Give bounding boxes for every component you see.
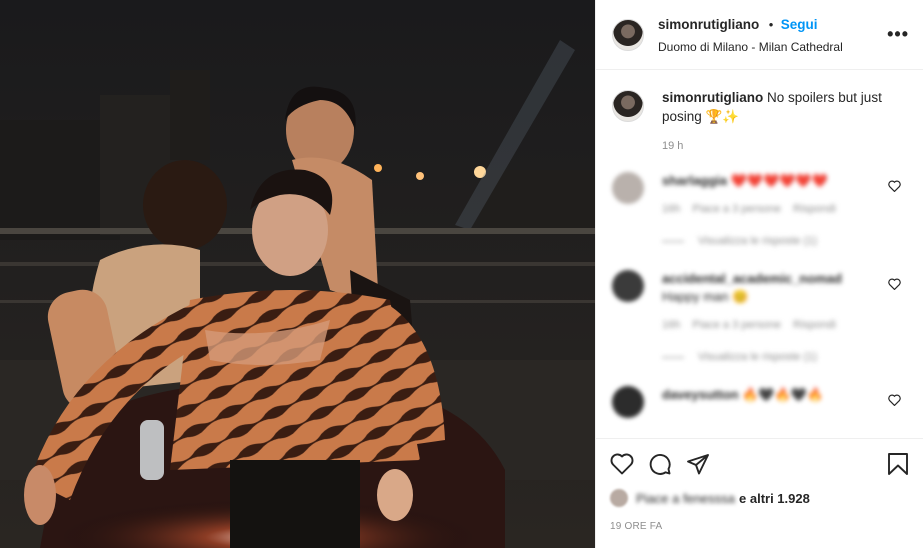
author-username[interactable]: simonrutigliano — [658, 17, 759, 32]
comment-item: daveysutton 🔥🖤🔥🖤🔥 — [612, 386, 909, 418]
comment-body: daveysutton 🔥🖤🔥🖤🔥 — [662, 386, 909, 418]
comment-avatar[interactable] — [612, 270, 644, 302]
comment-body: sharlaggia ❤️❤️❤️❤️❤️❤️ 16h Piace a 3 per… — [662, 172, 909, 250]
likes-summary[interactable]: Piace a fenesssa e altri 1.928 — [610, 489, 909, 507]
comment-likes[interactable]: Piace a 3 persone — [692, 319, 781, 331]
caption-username[interactable]: simonrutigliano — [662, 90, 763, 105]
comment-username[interactable]: accidental_academic_nomad — [662, 271, 842, 286]
comment-text: ❤️❤️❤️❤️❤️❤️ — [730, 173, 828, 188]
comment-time[interactable]: 16h — [662, 203, 680, 215]
likes-prefix[interactable]: Piace a fenesssa — [636, 491, 735, 506]
like-heart-icon[interactable] — [610, 453, 634, 475]
heart-icon[interactable] — [888, 394, 901, 406]
comments-list: simonrutigliano No spoilers but just pos… — [596, 70, 923, 438]
comment-avatar[interactable] — [612, 386, 644, 418]
location-link[interactable]: Duomo di Milano - Milan Cathedral — [658, 40, 887, 54]
save-bookmark-icon[interactable] — [887, 452, 909, 476]
comment-reply-button[interactable]: Rispondi — [793, 203, 836, 215]
comment-reply-button[interactable]: Rispondi — [793, 319, 836, 331]
view-replies-button[interactable]: Visualizza le risposte (1) — [698, 348, 817, 366]
caption: simonrutigliano No spoilers but just pos… — [612, 88, 909, 126]
comment-username[interactable]: daveysutton — [662, 387, 739, 402]
comment-time[interactable]: 16h — [662, 319, 680, 331]
comment-username[interactable]: sharlaggia — [662, 173, 727, 188]
comment-item: accidental_academic_nomad Happy man 😊 16… — [612, 270, 909, 366]
post-actions: Piace a fenesssa e altri 1.928 19 ORE FA — [596, 438, 923, 548]
post-photo[interactable] — [0, 0, 595, 548]
separator-dot: • — [768, 16, 774, 32]
more-icon[interactable]: ••• — [887, 24, 909, 45]
comment-bubble-icon[interactable] — [648, 452, 672, 476]
comment-text: Happy man 😊 — [662, 289, 749, 304]
likes-count[interactable]: e altri 1.928 — [739, 491, 810, 506]
post-age[interactable]: 19 ORE FA — [610, 521, 909, 532]
post-side-panel: simonrutigliano • Segui Duomo di Milano … — [595, 0, 923, 548]
caption-body: simonrutigliano No spoilers but just pos… — [662, 88, 909, 126]
heart-icon[interactable] — [888, 180, 901, 192]
liker-avatar[interactable] — [610, 489, 628, 507]
photo-illustration — [0, 0, 595, 548]
caption-time[interactable]: 19 h — [662, 140, 909, 152]
post-header: simonrutigliano • Segui Duomo di Milano … — [596, 0, 923, 70]
heart-icon[interactable] — [888, 278, 901, 290]
action-icons — [610, 449, 909, 479]
comment-avatar[interactable] — [612, 172, 644, 204]
author-meta: simonrutigliano • Segui Duomo di Milano … — [658, 16, 887, 54]
comment-item: sharlaggia ❤️❤️❤️❤️❤️❤️ 16h Piace a 3 per… — [612, 172, 909, 250]
comment-likes[interactable]: Piace a 3 persone — [692, 203, 781, 215]
author-avatar[interactable] — [612, 18, 644, 51]
follow-button[interactable]: Segui — [781, 17, 818, 32]
caption-avatar[interactable] — [612, 90, 644, 122]
share-paper-plane-icon[interactable] — [686, 453, 710, 475]
comment-text: 🔥🖤🔥🖤🔥 — [742, 387, 824, 402]
instagram-post-modal: simonrutigliano • Segui Duomo di Milano … — [0, 0, 923, 548]
comment-body: accidental_academic_nomad Happy man 😊 16… — [662, 270, 909, 366]
view-replies-button[interactable]: Visualizza le risposte (1) — [698, 232, 817, 250]
